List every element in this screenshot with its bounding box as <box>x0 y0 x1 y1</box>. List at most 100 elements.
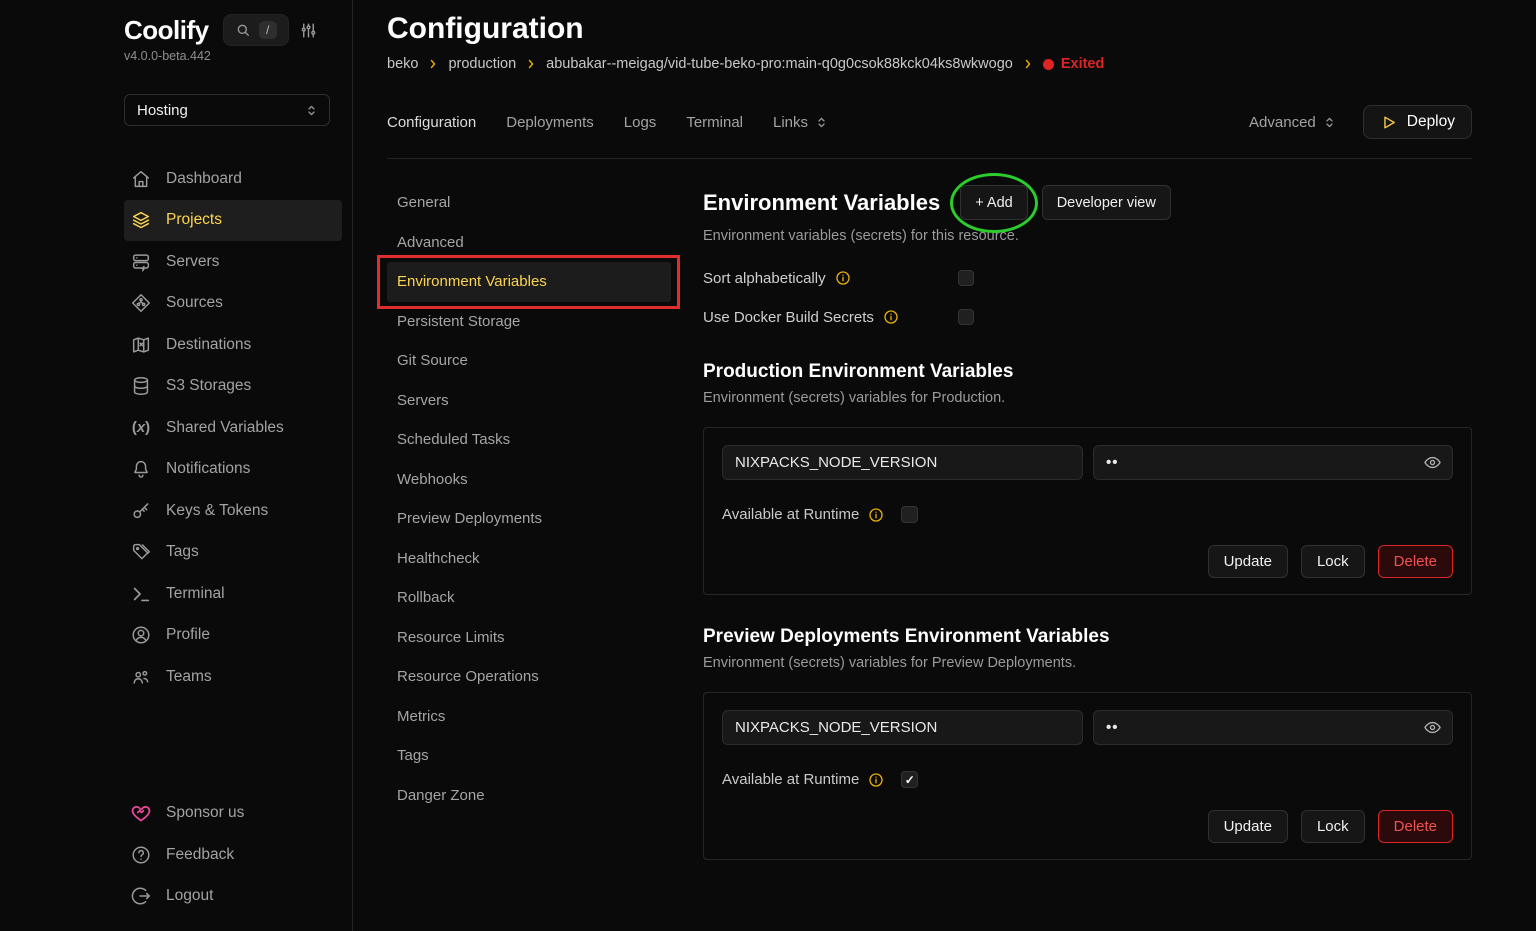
heart-icon <box>130 802 152 824</box>
variable-value-wrap <box>1093 445 1453 480</box>
user-circle-icon <box>130 624 152 646</box>
sidebar-item-label: Feedback <box>166 846 234 864</box>
layers-icon <box>130 209 152 231</box>
available-at-runtime-checkbox[interactable] <box>901 771 918 788</box>
subnav-item-scheduled-tasks[interactable]: Scheduled Tasks <box>387 420 671 460</box>
subnav-item-resource-limits[interactable]: Resource Limits <box>387 618 671 658</box>
variable-name-input[interactable] <box>722 710 1083 745</box>
sidebar-item-label: Notifications <box>166 460 250 478</box>
search-button[interactable]: / <box>223 14 289 46</box>
available-at-runtime-label: Available at Runtime <box>722 506 859 523</box>
tab-deployments[interactable]: Deployments <box>506 114 594 131</box>
docker-build-secrets-label-group: Use Docker Build Secrets <box>703 309 958 326</box>
sidebar-item-teams[interactable]: Teams <box>124 656 342 698</box>
status-badge: Exited <box>1043 56 1105 72</box>
subnav-item-metrics[interactable]: Metrics <box>387 697 671 737</box>
key-icon <box>130 500 152 522</box>
tab-logs[interactable]: Logs <box>624 114 657 131</box>
preview-variable-card: Available at Runtime Update Lock Delete <box>703 692 1472 860</box>
team-selector-value: Hosting <box>137 102 188 119</box>
available-at-runtime-checkbox[interactable] <box>901 506 918 523</box>
sidebar-item-terminal[interactable]: Terminal <box>124 573 342 615</box>
docker-build-secrets-checkbox[interactable] <box>958 309 974 325</box>
lock-button[interactable]: Lock <box>1301 810 1365 843</box>
database-icon <box>130 375 152 397</box>
subnav-item-general[interactable]: General <box>387 183 671 223</box>
subnav-item-environment-variables-wrap: Environment Variables <box>387 262 671 302</box>
update-button[interactable]: Update <box>1208 545 1288 578</box>
sidebar-item-shared-variables[interactable]: (x) Shared Variables <box>124 407 342 449</box>
subnav-item-resource-operations[interactable]: Resource Operations <box>387 657 671 697</box>
sidebar-item-notifications[interactable]: Notifications <box>124 449 342 491</box>
docker-build-secrets-row: Use Docker Build Secrets <box>703 304 1472 330</box>
add-button-wrap: + Add <box>960 185 1028 220</box>
subnav-item-webhooks[interactable]: Webhooks <box>387 460 671 500</box>
sidebar-item-label: Shared Variables <box>166 419 284 437</box>
panel-heading-row: Environment Variables + Add Developer vi… <box>703 185 1472 220</box>
search-icon <box>235 22 251 38</box>
docker-build-secrets-label: Use Docker Build Secrets <box>703 309 874 326</box>
sort-alphabetically-checkbox[interactable] <box>958 270 974 286</box>
subnav-item-servers[interactable]: Servers <box>387 381 671 421</box>
eye-icon[interactable] <box>1423 718 1442 737</box>
tab-links[interactable]: Links <box>773 114 829 131</box>
app-version: v4.0.0-beta.442 <box>124 49 340 63</box>
breadcrumb-project[interactable]: beko <box>387 56 418 72</box>
subnav-item-rollback[interactable]: Rollback <box>387 578 671 618</box>
settings-sliders-icon[interactable] <box>299 21 318 40</box>
sidebar-item-servers[interactable]: Servers <box>124 241 342 283</box>
panel-subtitle: Environment variables (secrets) for this… <box>703 228 1472 244</box>
sidebar-item-sources[interactable]: Sources <box>124 283 342 325</box>
home-icon <box>130 168 152 190</box>
deploy-button[interactable]: Deploy <box>1363 105 1472 139</box>
tab-configuration[interactable]: Configuration <box>387 114 476 131</box>
subnav-item-tags[interactable]: Tags <box>387 736 671 776</box>
subnav-item-healthcheck[interactable]: Healthcheck <box>387 539 671 579</box>
status-dot-icon <box>1043 59 1054 70</box>
subnav-item-danger-zone[interactable]: Danger Zone <box>387 776 671 816</box>
sidebar-item-label: Profile <box>166 626 210 644</box>
subnav-item-advanced[interactable]: Advanced <box>387 223 671 263</box>
variable-value-input[interactable] <box>1093 710 1453 745</box>
sidebar-item-profile[interactable]: Profile <box>124 615 342 657</box>
subnav-item-preview-deployments[interactable]: Preview Deployments <box>387 499 671 539</box>
add-button[interactable]: + Add <box>960 185 1028 220</box>
variable-icon: (x) <box>130 419 152 436</box>
sidebar-item-logout[interactable]: Logout <box>124 876 342 918</box>
advanced-dropdown[interactable]: Advanced <box>1249 114 1337 131</box>
sidebar-footer: Sponsor us Feedback Logout <box>124 793 340 920</box>
lock-button[interactable]: Lock <box>1301 545 1365 578</box>
chevron-right-icon <box>427 58 439 70</box>
header-actions: Advanced Deploy <box>1249 105 1472 139</box>
sidebar-item-keys-tokens[interactable]: Keys & Tokens <box>124 490 342 532</box>
breadcrumb-environment[interactable]: production <box>448 56 516 72</box>
delete-button[interactable]: Delete <box>1378 545 1453 578</box>
sidebar-item-s3-storages[interactable]: S3 Storages <box>124 366 342 408</box>
help-circle-icon <box>130 844 152 866</box>
tab-terminal[interactable]: Terminal <box>686 114 743 131</box>
app-logo: Coolify <box>124 15 209 46</box>
sidebar-item-projects[interactable]: Projects <box>124 200 342 242</box>
sidebar-item-label: Sponsor us <box>166 804 244 822</box>
team-selector[interactable]: Hosting <box>124 94 330 126</box>
variable-actions: Update Lock Delete <box>722 545 1453 578</box>
sidebar-item-destinations[interactable]: Destinations <box>124 324 342 366</box>
eye-icon[interactable] <box>1423 453 1442 472</box>
tabs: Configuration Deployments Logs Terminal … <box>387 114 829 131</box>
breadcrumb-resource[interactable]: abubakar--meigag/vid-tube-beko-pro:main-… <box>546 56 1013 72</box>
subnav-item-environment-variables[interactable]: Environment Variables <box>387 262 671 302</box>
sidebar-item-feedback[interactable]: Feedback <box>124 834 342 876</box>
variable-name-input[interactable] <box>722 445 1083 480</box>
delete-button[interactable]: Delete <box>1378 810 1453 843</box>
sidebar-item-sponsor-us[interactable]: Sponsor us <box>124 793 342 835</box>
sidebar-item-dashboard[interactable]: Dashboard <box>124 158 342 200</box>
subnav-item-persistent-storage[interactable]: Persistent Storage <box>387 302 671 342</box>
variable-value-input[interactable] <box>1093 445 1453 480</box>
sidebar-item-label: Tags <box>166 543 199 561</box>
update-button[interactable]: Update <box>1208 810 1288 843</box>
subnav-item-git-source[interactable]: Git Source <box>387 341 671 381</box>
variable-inputs-row <box>722 445 1453 480</box>
sidebar-item-tags[interactable]: Tags <box>124 532 342 574</box>
developer-view-button[interactable]: Developer view <box>1042 185 1171 220</box>
available-at-runtime-row: Available at Runtime <box>722 771 1453 788</box>
